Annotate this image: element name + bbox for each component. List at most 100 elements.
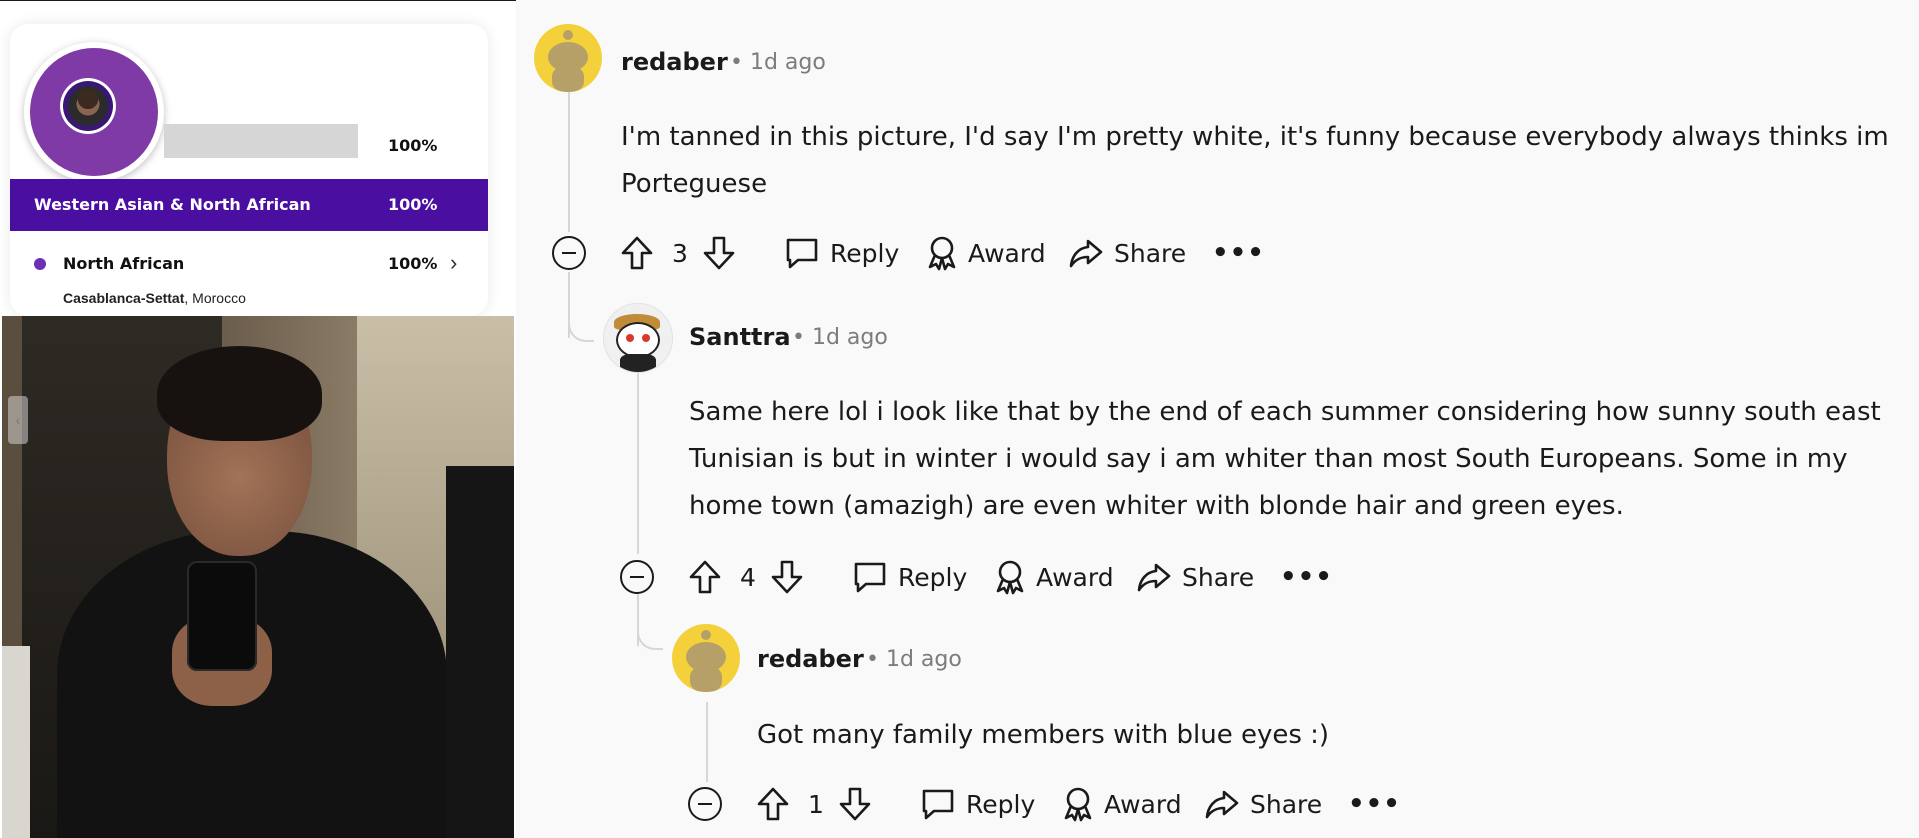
- more-options-button[interactable]: •••: [1348, 781, 1401, 827]
- percentage-bar: [164, 124, 358, 158]
- share-button[interactable]: Share: [1068, 230, 1186, 276]
- arrow-up-icon: [688, 559, 722, 595]
- more-options-button[interactable]: •••: [1212, 230, 1265, 276]
- comment-body: I'm tanned in this picture, I'd say I'm …: [621, 114, 1901, 208]
- comment-thread: redaber • 1d ago I'm tanned in this pict…: [516, 0, 1919, 838]
- award-button[interactable]: Award: [992, 554, 1114, 600]
- region-label: Western Asian & North African: [34, 195, 311, 214]
- share-arrow-icon: [1136, 559, 1172, 595]
- comment-timestamp[interactable]: • 1d ago: [866, 647, 962, 672]
- reply-label: Reply: [966, 789, 1036, 819]
- user-avatar[interactable]: [672, 624, 740, 692]
- reply-button[interactable]: Reply: [920, 781, 1035, 827]
- comment-actions: 3 Reply Award Share •••: [552, 230, 1352, 276]
- subregion-row[interactable]: North African 100% ›: [10, 239, 488, 281]
- avatar-body: [552, 66, 584, 92]
- award-icon: [924, 235, 960, 271]
- comment-bubble-icon: [784, 235, 820, 271]
- comment-username[interactable]: Santtra: [689, 323, 791, 351]
- collapse-icon[interactable]: [688, 787, 722, 821]
- comment-body-line: Porteguese: [621, 169, 768, 199]
- award-button[interactable]: Award: [1060, 781, 1182, 827]
- comment-actions: 4 Reply Award Share •••: [620, 554, 1420, 600]
- thread-hook-1: [568, 296, 594, 342]
- comment-username[interactable]: redaber: [757, 645, 864, 673]
- comment-timestamp[interactable]: • 1d ago: [730, 50, 826, 75]
- award-button[interactable]: Award: [924, 230, 1046, 276]
- photo-hair: [157, 346, 322, 441]
- share-label: Share: [1250, 789, 1323, 819]
- avatar-eye: [642, 334, 650, 342]
- share-label: Share: [1182, 562, 1255, 592]
- arrow-down-icon: [838, 786, 872, 822]
- user-avatar[interactable]: [603, 303, 673, 373]
- avatar-vest: [620, 354, 656, 372]
- collapse-icon[interactable]: [620, 560, 654, 594]
- reply-label: Reply: [898, 562, 968, 592]
- comment-bubble-icon: [852, 559, 888, 595]
- avatar-head: [616, 322, 660, 358]
- thread-line-3: [706, 702, 708, 782]
- subregion-dot: [34, 258, 46, 270]
- comment-timestamp[interactable]: • 1d ago: [792, 325, 888, 350]
- vote-count: 4: [740, 562, 756, 592]
- award-label: Award: [1036, 562, 1114, 592]
- more-options-button[interactable]: •••: [1280, 554, 1333, 600]
- upvote-button[interactable]: [688, 554, 722, 600]
- photo-phone: [187, 561, 257, 671]
- downvote-button[interactable]: [770, 554, 804, 600]
- comment-body-line: Tunisian is but in winter i would say i …: [689, 444, 1848, 474]
- share-label: Share: [1114, 238, 1187, 268]
- avatar-antenna: [563, 30, 573, 40]
- comment-actions: 1 Reply Award Share •••: [688, 781, 1488, 827]
- thread-line-1: [568, 92, 570, 232]
- reply-button[interactable]: Reply: [784, 230, 899, 276]
- subregion-percentage: 100%: [388, 254, 438, 273]
- thread-hook-2: [637, 604, 663, 650]
- thread-line-2: [637, 372, 639, 554]
- comment-body: Same here lol i look like that by the en…: [689, 389, 1909, 530]
- reply-button[interactable]: Reply: [852, 554, 967, 600]
- locale-place: Casablanca-Settat: [63, 290, 185, 306]
- downvote-button[interactable]: [838, 781, 872, 827]
- profile-avatar: [24, 42, 164, 182]
- comment-body-line: I'm tanned in this picture, I'd say I'm …: [621, 122, 1889, 152]
- arrow-up-icon: [620, 235, 654, 271]
- photo-door: [446, 466, 514, 838]
- arrow-down-icon: [702, 235, 736, 271]
- chevron-right-icon[interactable]: ›: [450, 250, 457, 276]
- reply-label: Reply: [830, 238, 900, 268]
- share-button[interactable]: Share: [1204, 781, 1322, 827]
- share-arrow-icon: [1204, 786, 1240, 822]
- arrow-up-icon: [756, 786, 790, 822]
- share-button[interactable]: Share: [1136, 554, 1254, 600]
- collapse-icon[interactable]: [552, 236, 586, 270]
- collapse-side-tab[interactable]: ‹: [8, 396, 28, 444]
- subregion-label: North African: [63, 254, 185, 273]
- upvote-button[interactable]: [620, 230, 654, 276]
- locale-country: , Morocco: [184, 290, 246, 306]
- comment-body-line: Same here lol i look like that by the en…: [689, 397, 1881, 427]
- avatar-inner-ring: [60, 78, 116, 134]
- comment-body-line: home town (amazigh) are even whiter with…: [689, 491, 1624, 521]
- upvote-button[interactable]: [756, 781, 790, 827]
- comment-username[interactable]: redaber: [621, 48, 728, 76]
- arrow-down-icon: [770, 559, 804, 595]
- avatar-photo: [68, 86, 108, 126]
- locale-text: Casablanca-Settat, Morocco: [63, 290, 246, 306]
- award-icon: [992, 559, 1028, 595]
- photo-tile: [2, 646, 30, 838]
- share-arrow-icon: [1068, 235, 1104, 271]
- award-label: Award: [968, 238, 1046, 268]
- region-percentage: 100%: [388, 195, 438, 214]
- avatar-body: [690, 666, 722, 692]
- downvote-button[interactable]: [702, 230, 736, 276]
- region-row[interactable]: Western Asian & North African 100%: [10, 179, 488, 231]
- selfie-photo: [2, 316, 514, 838]
- avatar-antenna: [701, 630, 711, 640]
- avatar-eye: [626, 334, 634, 342]
- award-label: Award: [1104, 789, 1182, 819]
- user-avatar[interactable]: [534, 24, 602, 92]
- ancestry-card: 100% Western Asian & North African 100% …: [10, 24, 488, 316]
- comment-body-line: Got many family members with blue eyes :…: [757, 720, 1330, 750]
